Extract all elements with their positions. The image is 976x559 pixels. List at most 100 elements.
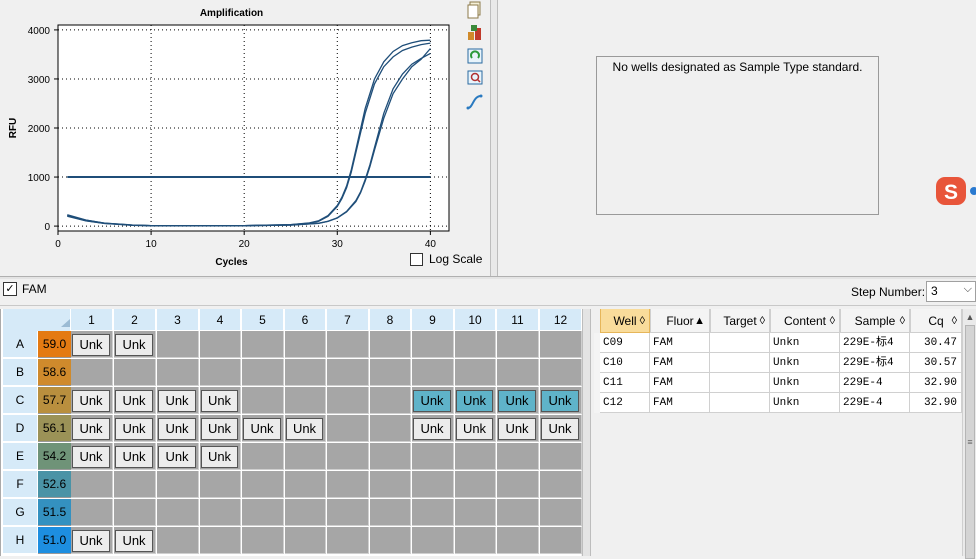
table-cell[interactable]: 229E-标4 [840,333,910,353]
plate-well[interactable] [114,471,156,498]
plate-well[interactable] [242,359,284,386]
plate-well[interactable] [327,471,369,498]
plate-well[interactable] [540,359,582,386]
plate-well[interactable]: Unk [71,415,113,442]
table-cell[interactable] [710,393,770,413]
plate-well[interactable] [540,499,582,526]
table-cell[interactable] [710,373,770,393]
well-content-label[interactable]: Unk [72,530,110,552]
column-header-well[interactable]: Well ◊ [600,309,650,333]
plate-well[interactable] [370,499,411,526]
well-content-label[interactable]: Unk [413,390,451,412]
fam-checkbox[interactable]: ✓ [3,282,17,296]
plate-well[interactable]: Unk [242,415,284,442]
plate-well[interactable] [540,443,582,470]
well-content-label[interactable]: Unk [115,334,153,356]
plate-well[interactable] [242,527,284,554]
vertical-splitter-2[interactable] [582,309,591,556]
plate-well[interactable] [285,527,326,554]
plate-well[interactable] [157,527,199,554]
plate-corner[interactable] [3,309,70,331]
plate-well[interactable] [242,387,284,414]
plate-well[interactable] [412,443,454,470]
plate-well[interactable] [370,387,411,414]
plate-well[interactable] [412,331,454,358]
plate-row-header[interactable]: E [3,443,37,470]
plate-column-header[interactable]: 6 [285,309,326,331]
table-cell[interactable]: FAM [650,373,710,393]
table-cell[interactable]: Unkn [770,333,840,353]
plate-well[interactable] [455,359,496,386]
plate-well[interactable]: Unk [540,415,582,442]
plate-well[interactable] [285,471,326,498]
plate-well[interactable]: Unk [200,415,241,442]
plate-row-header[interactable]: B [3,359,37,386]
plate-well[interactable] [455,499,496,526]
well-content-label[interactable]: Unk [158,446,196,468]
table-cell[interactable]: 229E-标4 [840,353,910,373]
plate-well[interactable] [540,527,582,554]
plate-well[interactable] [114,359,156,386]
plate-column-header[interactable]: 12 [540,309,582,331]
plate-well[interactable] [285,443,326,470]
table-cell[interactable]: C11 [600,373,650,393]
table-cell[interactable]: 30.47 [910,333,962,353]
well-content-label[interactable]: Unk [72,418,110,440]
plate-well[interactable] [370,331,411,358]
scroll-up-icon[interactable]: ▲ [964,311,976,323]
plate-column-header[interactable]: 4 [200,309,241,331]
table-cell[interactable]: C12 [600,393,650,413]
table-cell[interactable]: 229E-4 [840,393,910,413]
plate-well[interactable]: Unk [540,387,582,414]
plate-well[interactable] [327,387,369,414]
plate-well[interactable] [327,499,369,526]
copy-icon[interactable] [465,0,485,20]
well-content-label[interactable]: Unk [243,418,281,440]
table-cell[interactable]: 30.57 [910,353,962,373]
plate-well[interactable]: Unk [285,415,326,442]
table-cell[interactable]: 229E-4 [840,373,910,393]
table-cell[interactable]: FAM [650,393,710,413]
plate-well[interactable] [497,359,539,386]
plate-well[interactable] [285,359,326,386]
plate-well[interactable]: Unk [157,443,199,470]
plate-well[interactable]: Unk [114,415,156,442]
plate-column-header[interactable]: 7 [327,309,369,331]
plate-well[interactable] [412,471,454,498]
plate-well[interactable] [412,527,454,554]
plate-well[interactable]: Unk [114,527,156,554]
table-cell[interactable]: FAM [650,353,710,373]
table-cell[interactable]: 32.90 [910,373,962,393]
plate-well[interactable]: Unk [455,415,496,442]
plate-well[interactable] [370,527,411,554]
plate-well[interactable] [327,443,369,470]
column-header-target[interactable]: Target ◊ [710,309,770,333]
well-content-label[interactable]: Unk [115,530,153,552]
well-content-label[interactable]: Unk [72,446,110,468]
plate-well[interactable] [200,331,241,358]
well-content-label[interactable]: Unk [498,390,536,412]
plate-well[interactable] [157,359,199,386]
plate-well[interactable] [370,471,411,498]
plate-row-header[interactable]: C [3,387,37,414]
plate-well[interactable] [200,359,241,386]
plate-well[interactable] [455,443,496,470]
well-content-label[interactable]: Unk [72,334,110,356]
plate-well[interactable]: Unk [114,387,156,414]
plate-column-header[interactable]: 11 [497,309,539,331]
scrollbar-thumb[interactable]: ≡ [965,325,975,559]
vertical-splitter[interactable] [490,0,498,276]
well-content-label[interactable]: Unk [456,390,493,412]
plate-well[interactable] [242,499,284,526]
plate-well[interactable] [497,443,539,470]
plate-well[interactable] [455,527,496,554]
plate-well[interactable]: Unk [412,415,454,442]
plate-well[interactable] [370,443,411,470]
well-content-label[interactable]: Unk [413,418,451,440]
plate-row-header[interactable]: G [3,499,37,526]
refresh-icon[interactable] [465,46,485,66]
well-content-label[interactable]: Unk [541,390,579,412]
plate-well[interactable]: Unk [71,387,113,414]
plate-well[interactable] [540,331,582,358]
plate-well[interactable] [327,527,369,554]
